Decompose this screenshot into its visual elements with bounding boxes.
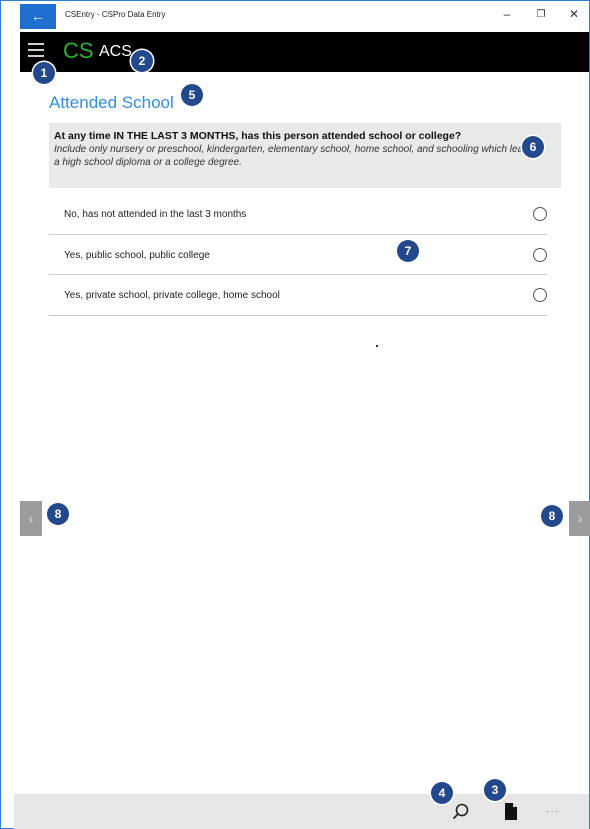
- search-icon[interactable]: [451, 802, 471, 822]
- next-field-button[interactable]: ›: [569, 501, 590, 536]
- cspro-logo: CS: [63, 38, 94, 63]
- callout-badge: 2: [131, 50, 153, 72]
- radio-button[interactable]: [533, 288, 547, 302]
- field-title: Attended School: [49, 93, 174, 112]
- option-label: Yes, public school, public college: [64, 249, 210, 261]
- window-title: CSEntry - CSPro Data Entry: [65, 10, 166, 19]
- app-window: ← CSEntry - CSPro Data Entry – ❐ ✕ CS AC…: [0, 0, 590, 829]
- close-button[interactable]: ✕: [564, 7, 584, 21]
- response-options: No, has not attended in the last 3 month…: [49, 194, 547, 316]
- question-help-text: Include only nursery or preschool, kinde…: [54, 144, 545, 168]
- radio-button[interactable]: [533, 247, 547, 262]
- callout-badge: 5: [181, 84, 203, 106]
- back-button[interactable]: ←: [20, 4, 56, 29]
- bottom-command-bar: ···: [14, 794, 589, 829]
- app-bar: CS ACS: [20, 32, 589, 72]
- title-bar: ← CSEntry - CSPro Data Entry – ❐ ✕: [1, 1, 589, 32]
- application-name: ACS: [99, 43, 132, 60]
- option-label: Yes, private school, private college, ho…: [64, 290, 280, 301]
- hamburger-menu-icon[interactable]: [28, 43, 44, 57]
- option-row[interactable]: No, has not attended in the last 3 month…: [49, 194, 547, 235]
- callout-badge: 6: [522, 136, 544, 158]
- radio-button[interactable]: [533, 207, 547, 221]
- option-label: No, has not attended in the last 3 month…: [64, 209, 247, 220]
- callout-badge: 3: [484, 779, 506, 801]
- minimize-button[interactable]: –: [497, 7, 517, 21]
- question-text: At any time IN THE LAST 3 MONTHS, has th…: [54, 130, 462, 142]
- callout-badge: 8: [541, 505, 563, 527]
- callout-badge: 1: [33, 62, 55, 84]
- question-text-box: At any time IN THE LAST 3 MONTHS, has th…: [49, 123, 561, 188]
- restore-button[interactable]: ❐: [531, 9, 551, 20]
- more-icon[interactable]: ···: [546, 806, 559, 817]
- option-row[interactable]: Yes, private school, private college, ho…: [49, 275, 547, 316]
- previous-field-button[interactable]: ‹: [20, 501, 42, 536]
- stray-dot: [376, 345, 378, 347]
- callout-badge: 7: [397, 240, 419, 262]
- document-icon[interactable]: [504, 803, 518, 820]
- option-row[interactable]: Yes, public school, public college: [49, 235, 547, 275]
- callout-badge: 8: [47, 503, 69, 525]
- callout-badge: 4: [431, 782, 453, 804]
